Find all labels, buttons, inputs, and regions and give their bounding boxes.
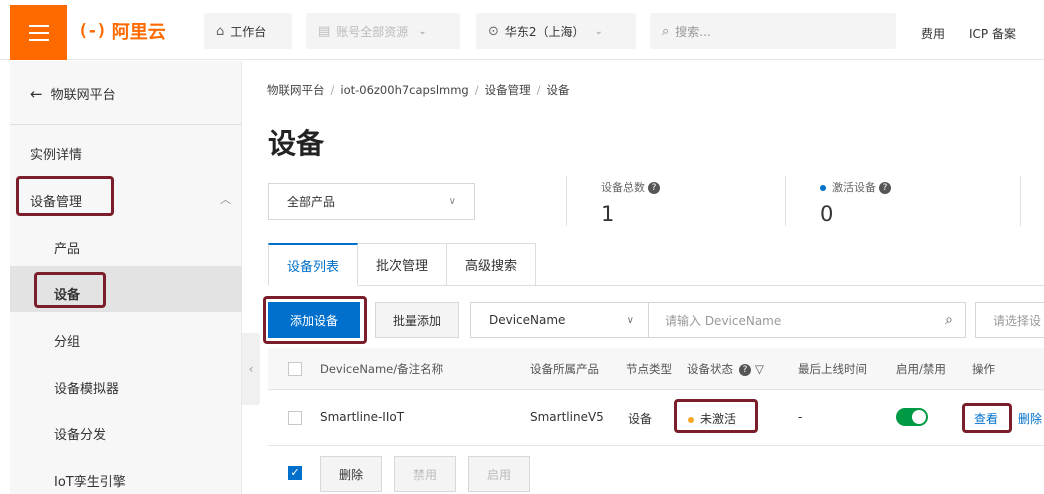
chevron-down-icon: ∨ bbox=[448, 196, 456, 207]
top-search-placeholder: 搜索... bbox=[675, 24, 711, 39]
bulk-enable-button[interactable]: 启用 bbox=[468, 456, 530, 492]
toggle-knob bbox=[912, 410, 926, 424]
region-label: 华东2（上海） bbox=[504, 24, 585, 39]
device-name: Smartline-IIoT bbox=[320, 410, 405, 424]
tab-advanced-search[interactable]: 高级搜索 bbox=[447, 243, 537, 286]
device-last-online: - bbox=[798, 410, 803, 424]
th-node-type: 节点类型 bbox=[626, 362, 672, 376]
chevron-down-icon: ∨ bbox=[626, 314, 634, 326]
highlight-device bbox=[34, 272, 106, 308]
stat-active-label-text: 激活设备 bbox=[832, 181, 876, 194]
search-field-value: DeviceName bbox=[489, 313, 566, 327]
th-status-label: 设备状态 bbox=[687, 362, 733, 376]
table-header: DeviceName/备注名称 设备所属产品 节点类型 设备状态? ▽ 最后上线时… bbox=[268, 348, 1044, 390]
help-icon[interactable]: ? bbox=[739, 363, 751, 376]
th-actions: 操作 bbox=[972, 362, 995, 376]
bulk-delete-button[interactable]: 删除 bbox=[320, 456, 382, 492]
workbench-label: 工作台 bbox=[230, 24, 267, 39]
bulk-select-checkbox[interactable]: ✓ bbox=[288, 466, 302, 480]
highlight-status bbox=[674, 399, 758, 433]
breadcrumb-item-current: 设备 bbox=[546, 83, 570, 97]
top-bar: (-) 阿里云 ⌂ 工作台 ▤ 账号全部资源 ⌄ ⊙ 华东2（上海） ⌄ ⌕ 搜… bbox=[0, 0, 1044, 60]
resources-dropdown[interactable]: ▤ 账号全部资源 ⌄ bbox=[306, 13, 460, 49]
location-icon: ⊙ bbox=[488, 23, 499, 39]
delete-link[interactable]: 删除 bbox=[1018, 410, 1042, 427]
logo-text: 阿里云 bbox=[111, 22, 166, 43]
bulk-disable-button[interactable]: 禁用 bbox=[394, 456, 456, 492]
enable-toggle[interactable] bbox=[896, 408, 928, 426]
th-enable: 启用/禁用 bbox=[896, 362, 946, 376]
device-search-placeholder: 请输入 DeviceName bbox=[665, 313, 782, 328]
logo-mark: (-) bbox=[78, 21, 107, 41]
device-search-input[interactable]: 请输入 DeviceName ⌕ bbox=[648, 302, 966, 338]
stat-divider bbox=[566, 176, 567, 226]
icp-link[interactable]: ICP 备案 bbox=[969, 25, 1016, 42]
aliyun-logo[interactable]: (-) 阿里云 bbox=[78, 18, 166, 44]
chevron-left-icon: ‹ bbox=[248, 362, 254, 376]
row-checkbox[interactable] bbox=[288, 411, 302, 425]
filter-icon[interactable]: ▽ bbox=[755, 362, 764, 376]
page-title: 设备 bbox=[268, 127, 325, 160]
top-search-input[interactable]: ⌕ 搜索... bbox=[650, 13, 896, 49]
region-dropdown[interactable]: ⊙ 华东2（上海） ⌄ bbox=[476, 13, 636, 49]
search-field-select[interactable]: DeviceName ∨ bbox=[470, 302, 649, 338]
stat-active-label: 激活设备? bbox=[820, 179, 891, 195]
sidebar-divider bbox=[10, 124, 242, 125]
tab-batch-management[interactable]: 批次管理 bbox=[358, 243, 448, 286]
search-icon[interactable]: ⌕ bbox=[945, 312, 953, 328]
highlight-add-device bbox=[263, 296, 367, 344]
sidebar-item-distribution[interactable]: 设备分发 bbox=[54, 424, 106, 443]
sidebar-item-simulator[interactable]: 设备模拟器 bbox=[54, 378, 119, 397]
th-name: DeviceName/备注名称 bbox=[320, 362, 444, 376]
arrow-left-icon: ← bbox=[30, 85, 43, 103]
home-icon: ⌂ bbox=[216, 23, 225, 39]
sidebar-item-group[interactable]: 分组 bbox=[54, 331, 80, 350]
sidebar: ← 物联网平台 实例详情 设备管理 ︿ 产品 设备 分组 设备模拟器 设备分发 I… bbox=[10, 61, 242, 494]
tab-device-list[interactable]: 设备列表 bbox=[268, 243, 359, 286]
back-link[interactable]: ← 物联网平台 bbox=[30, 84, 116, 103]
stat-divider bbox=[785, 176, 786, 226]
breadcrumb-item[interactable]: 设备管理 bbox=[485, 83, 531, 97]
filter-select[interactable]: 请选择设 bbox=[975, 302, 1044, 338]
device-product: SmartlineV5 bbox=[530, 410, 604, 424]
help-icon[interactable]: ? bbox=[648, 182, 660, 194]
stat-total-label: 设备总数? bbox=[601, 179, 660, 195]
select-all-checkbox[interactable] bbox=[288, 362, 302, 376]
tab-bar: 设备列表 批次管理 高级搜索 bbox=[268, 243, 537, 286]
collapse-sidebar-handle[interactable]: ‹ bbox=[242, 333, 260, 405]
device-node-type: 设备 bbox=[628, 412, 653, 426]
highlight-view bbox=[962, 403, 1012, 433]
stat-total-value: 1 bbox=[601, 202, 615, 226]
chevron-down-icon: ⌄ bbox=[594, 25, 603, 37]
sidebar-item-product[interactable]: 产品 bbox=[54, 238, 80, 257]
stat-active-value: 0 bbox=[820, 202, 834, 226]
breadcrumb: 物联网平台 / iot-06z00h7capslmmg / 设备管理 / 设备 bbox=[267, 83, 570, 97]
th-last-online: 最后上线时间 bbox=[798, 362, 867, 376]
product-select[interactable]: 全部产品 ∨ bbox=[268, 183, 475, 220]
stat-divider bbox=[1020, 176, 1021, 226]
fees-link[interactable]: 费用 bbox=[921, 25, 945, 42]
bulk-actions-bar: ✓ 删除 禁用 启用 bbox=[268, 446, 1044, 494]
workbench-button[interactable]: ⌂ 工作台 bbox=[204, 13, 292, 49]
breadcrumb-item[interactable]: iot-06z00h7capslmmg bbox=[340, 83, 468, 97]
back-label: 物联网平台 bbox=[50, 88, 116, 103]
resources-label: 账号全部资源 bbox=[336, 24, 409, 39]
status-dot-icon bbox=[820, 185, 826, 191]
sidebar-item-instance[interactable]: 实例详情 bbox=[30, 144, 82, 163]
grid-icon: ▤ bbox=[318, 23, 331, 39]
chevron-down-icon: ⌄ bbox=[418, 25, 427, 37]
search-icon: ⌕ bbox=[662, 23, 670, 39]
highlight-device-management bbox=[16, 176, 114, 216]
chevron-up-icon[interactable]: ︿ bbox=[220, 191, 231, 207]
stat-total-label-text: 设备总数 bbox=[601, 181, 645, 194]
breadcrumb-item[interactable]: 物联网平台 bbox=[267, 83, 325, 97]
menu-icon[interactable] bbox=[10, 5, 67, 60]
help-icon[interactable]: ? bbox=[879, 182, 891, 194]
product-select-value: 全部产品 bbox=[287, 195, 336, 209]
batch-add-button[interactable]: 批量添加 bbox=[375, 302, 459, 338]
table-row: Smartline-IIoT SmartlineV5 设备 未激活 - 查看 删… bbox=[268, 390, 1044, 446]
th-product: 设备所属产品 bbox=[530, 362, 599, 376]
th-status: 设备状态? ▽ bbox=[687, 361, 764, 377]
sidebar-item-twin-engine[interactable]: IoT孪生引擎 bbox=[54, 471, 126, 490]
